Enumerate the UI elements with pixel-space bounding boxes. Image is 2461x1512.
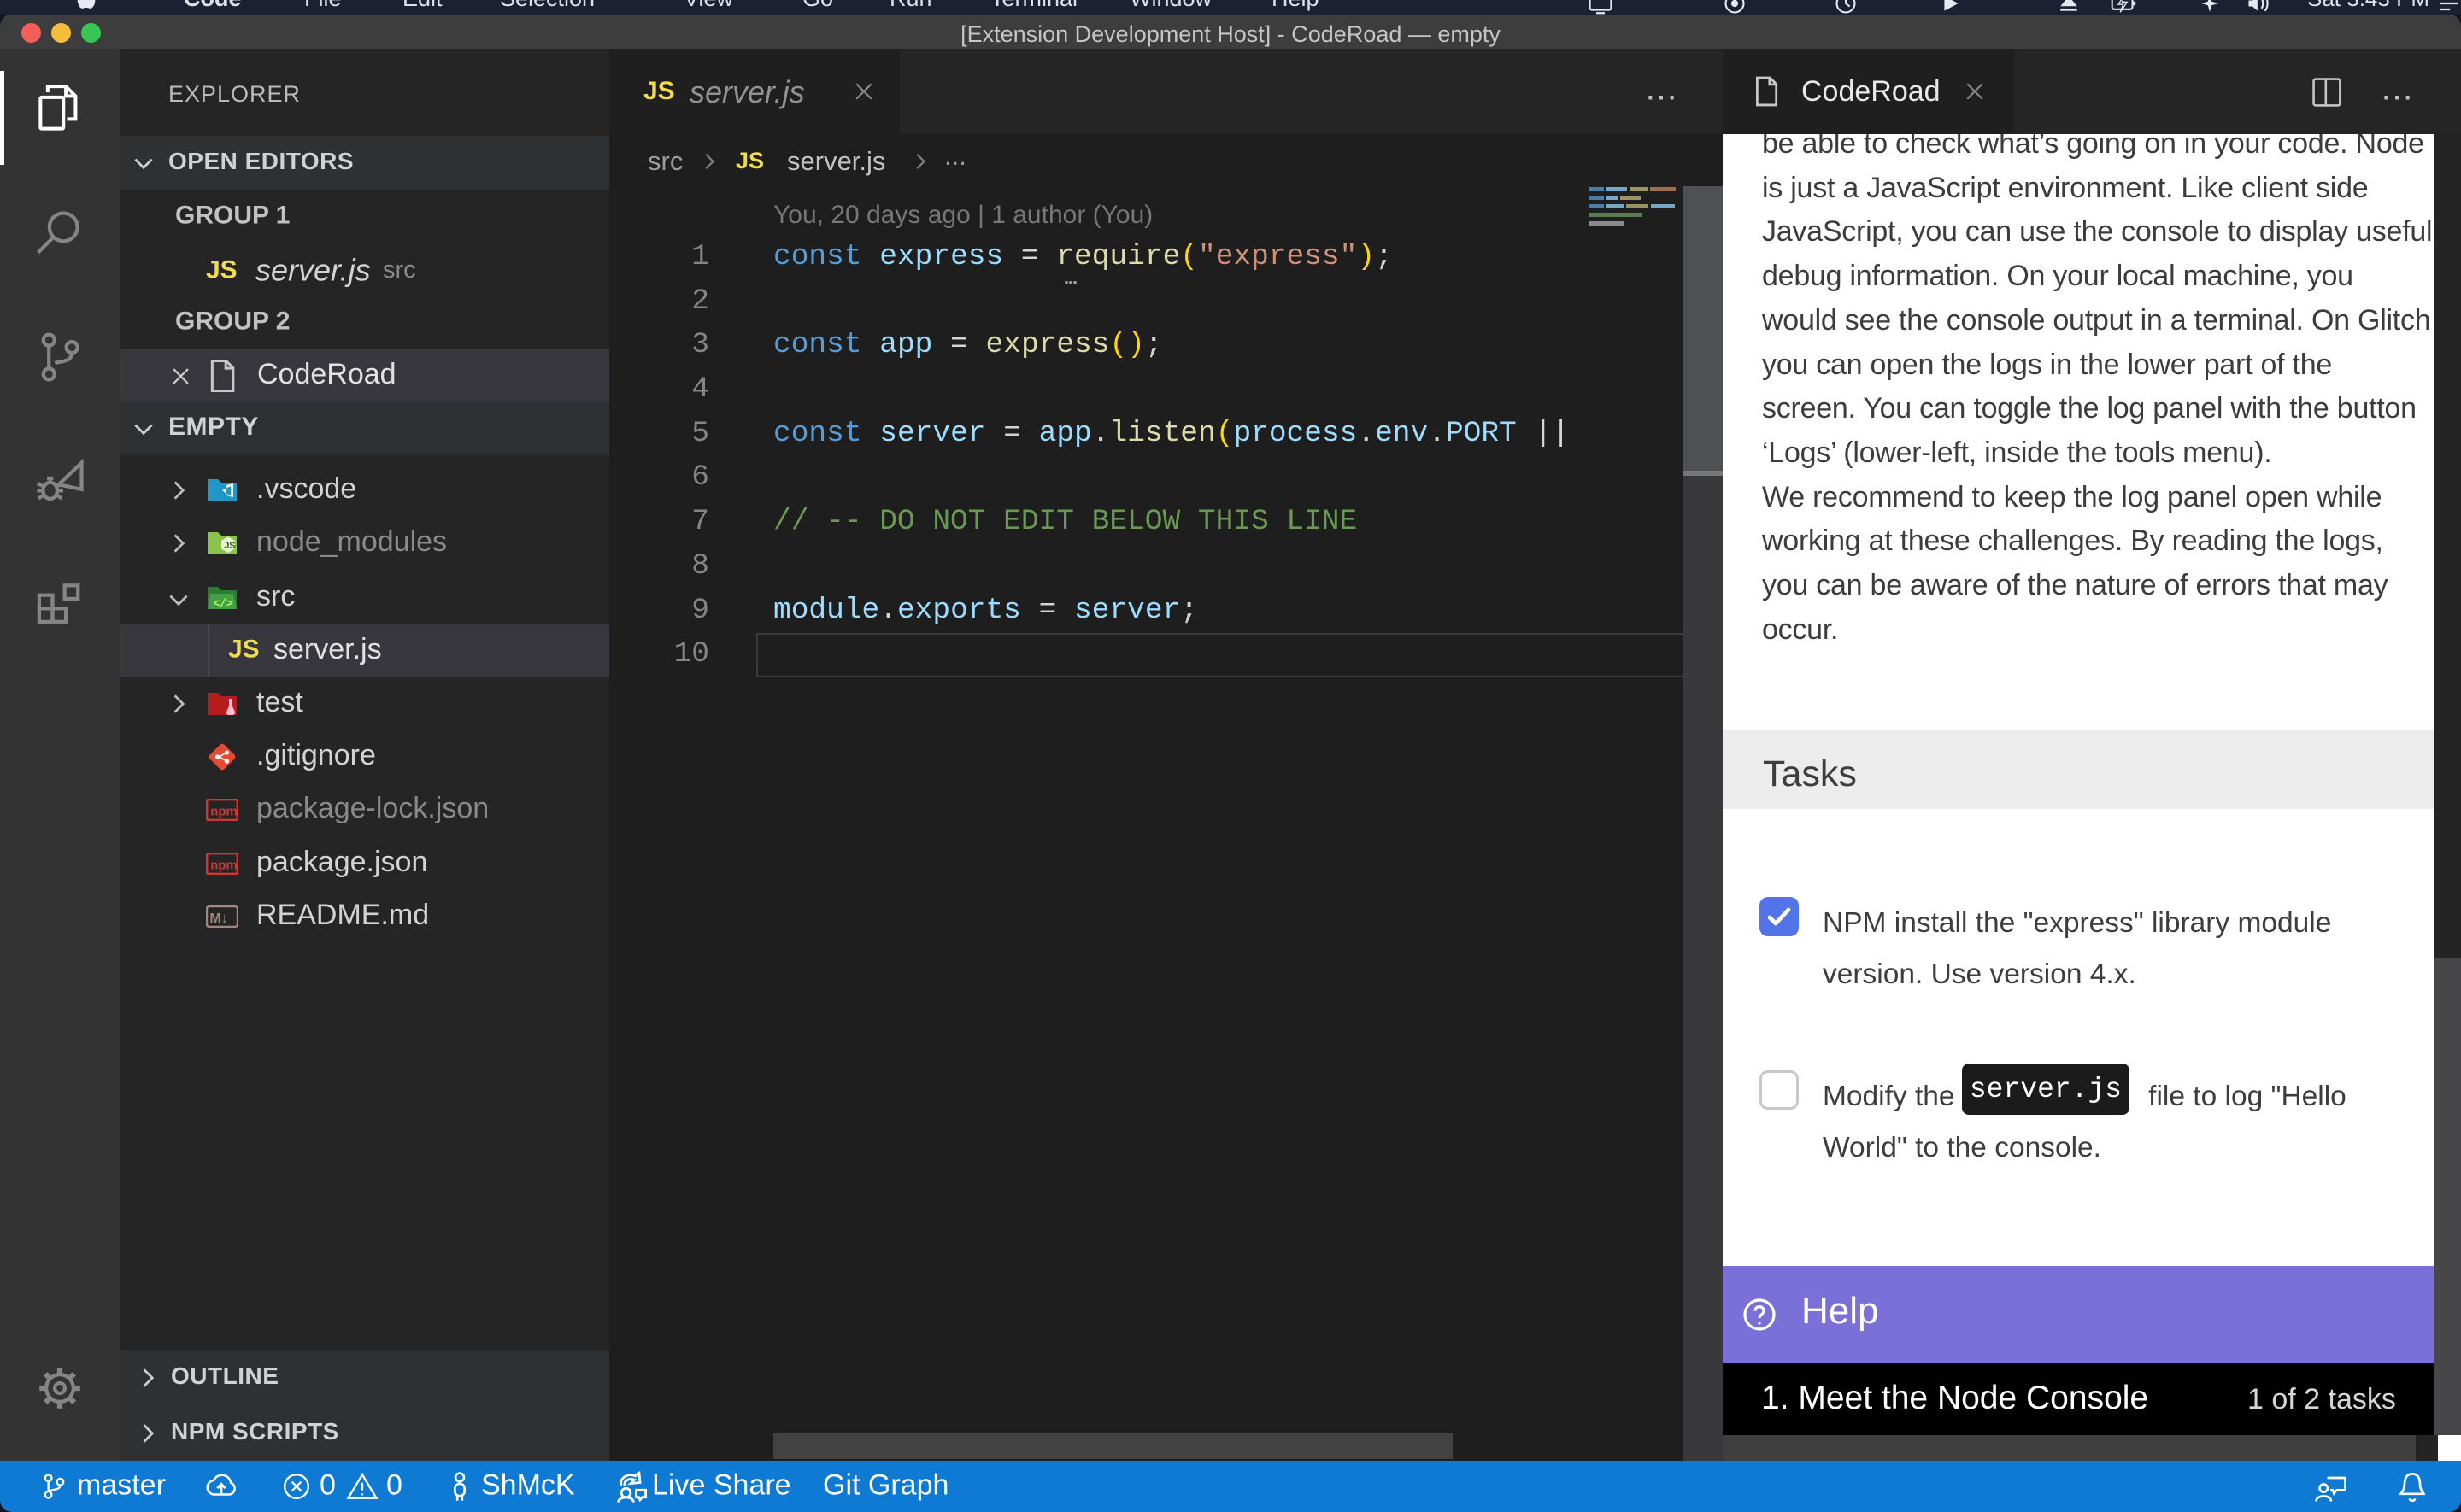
svg-text:npm: npm <box>210 805 238 819</box>
svg-text:</>: </> <box>213 597 233 610</box>
svg-text:JS: JS <box>224 541 235 551</box>
svg-text:M↓: M↓ <box>209 911 227 926</box>
svg-text:npm: npm <box>210 859 238 873</box>
